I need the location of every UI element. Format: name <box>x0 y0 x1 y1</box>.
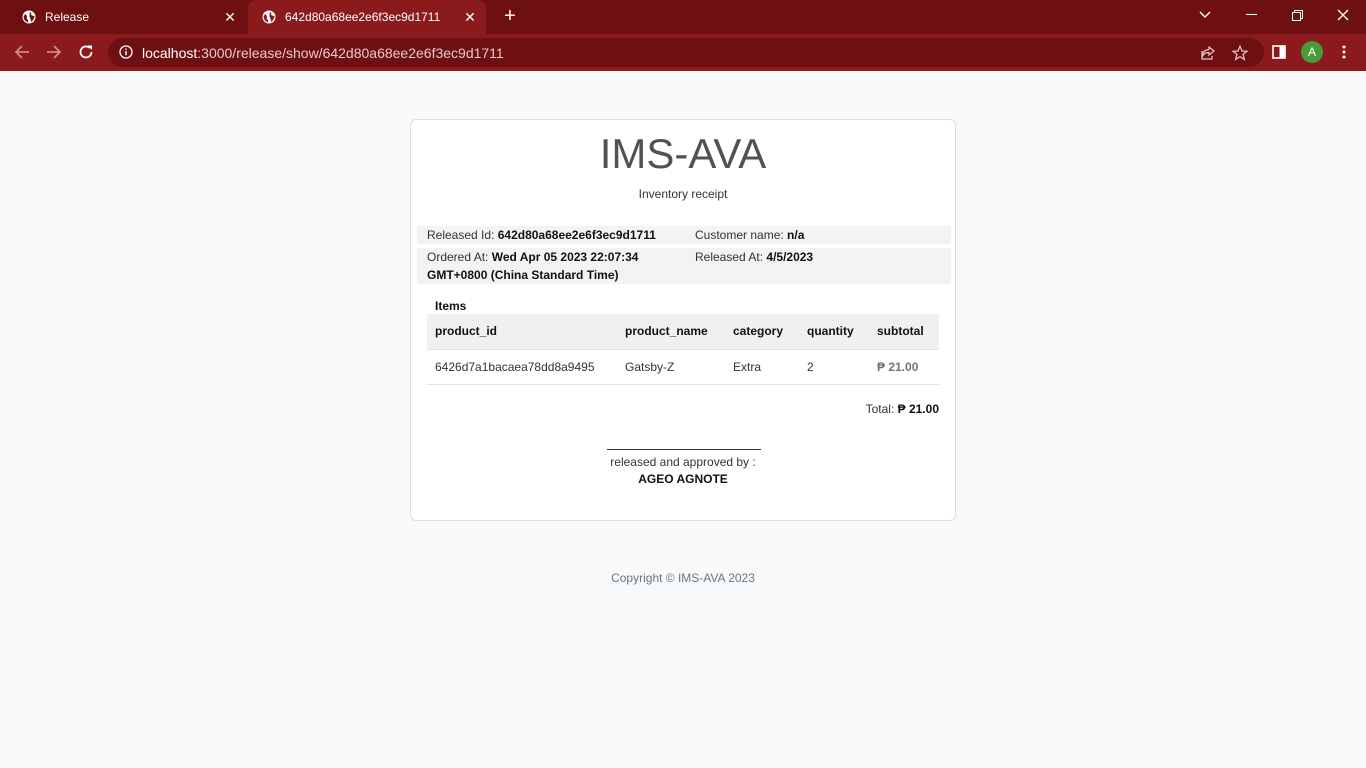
tab-release-detail[interactable]: 642d80a68ee2e6f3ec9d1711 ✕ <box>248 0 486 34</box>
signature-name: AGEO AGNOTE <box>638 472 728 486</box>
close-icon[interactable]: ✕ <box>458 9 482 26</box>
customer-name-label: Customer name: <box>695 228 784 242</box>
avatar[interactable]: A <box>1301 41 1323 63</box>
ordered-at-value: Wed Apr 05 2023 22:07:34 <box>491 250 639 264</box>
table-header-row: product_id product_name category quantit… <box>427 314 939 350</box>
url-text[interactable]: localhost:3000/release/show/642d80a68ee2… <box>142 45 504 61</box>
bookmark-button[interactable] <box>1231 44 1249 62</box>
released-at-value: 4/5/2023 <box>766 250 814 264</box>
ordered-at: Ordered At: Wed Apr 05 2023 22:07:34 GMT… <box>427 248 677 284</box>
released-at: Released At: 4/5/2023 <box>695 248 813 266</box>
reload-button[interactable] <box>74 40 98 64</box>
close-window-button[interactable] <box>1320 0 1366 30</box>
column-header: product_name <box>617 314 725 350</box>
forward-button[interactable] <box>42 40 66 64</box>
product-name-cell: Gatsby-Z <box>617 349 725 385</box>
more-vertical-icon <box>1342 45 1346 59</box>
quantity-cell: 2 <box>799 349 869 385</box>
side-panel-button[interactable] <box>1267 40 1291 64</box>
customer-name-value: n/a <box>787 228 805 242</box>
table-row: 6426d7a1bacaea78dd8a9495 Gatsby-Z Extra … <box>427 349 939 385</box>
back-button[interactable] <box>10 40 34 64</box>
ordered-at-timezone: GMT+0800 (China Standard Time) <box>427 268 619 282</box>
subtotal-cell: ₱ 21.00 <box>869 349 939 385</box>
receipt-subtitle: Inventory receipt <box>638 187 728 201</box>
minimize-icon <box>1245 14 1257 15</box>
items-table: product_id product_name category quantit… <box>427 314 939 385</box>
column-header: category <box>725 314 799 350</box>
column-header: subtotal <box>869 314 939 350</box>
customer-name: Customer name: n/a <box>695 226 804 244</box>
close-icon[interactable]: ✕ <box>218 9 242 26</box>
footer-copyright: Copyright © IMS-AVA 2023 <box>611 571 755 585</box>
info-row: Released Id: 642d80a68ee2e6f3ec9d1711 Cu… <box>417 226 951 244</box>
product-id-cell: 6426d7a1bacaea78dd8a9495 <box>427 349 617 385</box>
reload-icon <box>79 45 93 59</box>
info-row: Ordered At: Wed Apr 05 2023 22:07:34 GMT… <box>417 248 951 284</box>
close-icon <box>1337 9 1349 21</box>
tab-title: Release <box>45 10 90 24</box>
total-value: ₱ 21.00 <box>897 402 939 416</box>
side-panel-icon <box>1272 45 1286 59</box>
category-cell: Extra <box>725 349 799 385</box>
share-icon <box>1201 45 1215 60</box>
browser-toolbar: localhost:3000/release/show/642d80a68ee2… <box>0 34 1366 71</box>
released-at-label: Released At: <box>695 250 764 264</box>
receipt-card: IMS-AVA Inventory receipt Released Id: 6… <box>410 119 956 521</box>
globe-icon <box>262 10 276 24</box>
url-path: :3000/release/show/642d80a68ee2e6f3ec9d1… <box>197 45 504 61</box>
receipt-title: IMS-AVA <box>599 130 767 177</box>
total: Total: ₱ 21.00 <box>866 402 939 416</box>
chevron-down-icon <box>1199 11 1211 18</box>
restore-icon <box>1291 9 1303 21</box>
globe-icon <box>22 10 36 24</box>
column-header: product_id <box>427 314 617 350</box>
signature-line <box>607 449 761 450</box>
star-icon <box>1232 45 1248 61</box>
released-id-label: Released Id: <box>427 228 495 242</box>
items-heading: Items <box>435 299 467 313</box>
arrow-right-icon <box>47 45 62 59</box>
menu-button[interactable] <box>1332 40 1356 64</box>
column-header: quantity <box>799 314 869 350</box>
info-icon[interactable] <box>119 45 133 59</box>
address-bar[interactable]: localhost:3000/release/show/642d80a68ee2… <box>108 38 1264 67</box>
arrow-left-icon <box>14 45 29 59</box>
share-button[interactable] <box>1199 44 1217 62</box>
url-host: localhost <box>142 45 198 61</box>
released-id-value: 642d80a68ee2e6f3ec9d1711 <box>497 228 656 242</box>
tab-strip: Release ✕ 642d80a68ee2e6f3ec9d1711 ✕ + <box>0 0 1366 34</box>
signature-caption: released and approved by : <box>610 455 756 469</box>
ordered-at-label: Ordered At: <box>427 250 489 264</box>
restore-button[interactable] <box>1274 0 1320 30</box>
tab-search-button[interactable] <box>1182 0 1228 30</box>
released-id: Released Id: 642d80a68ee2e6f3ec9d1711 <box>427 226 656 244</box>
tab-title: 642d80a68ee2e6f3ec9d1711 <box>285 10 441 24</box>
tab-release[interactable]: Release ✕ <box>8 0 246 34</box>
minimize-button[interactable] <box>1228 0 1274 30</box>
new-tab-button[interactable]: + <box>498 5 522 29</box>
total-label: Total: <box>865 402 895 416</box>
